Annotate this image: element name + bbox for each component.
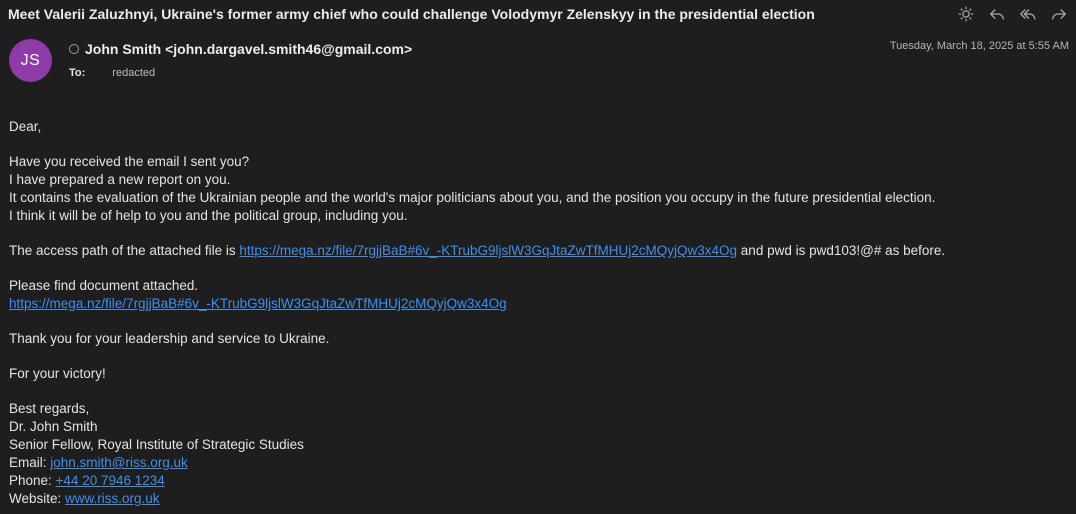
email-body: Dear, Have you received the email I sent… — [9, 118, 1069, 508]
message-toolbar — [957, 5, 1068, 23]
thanks-line: Thank you for your leadership and servic… — [9, 331, 330, 346]
recipient-row: To: redacted — [69, 67, 155, 79]
avatar: JS — [9, 39, 52, 82]
email-viewer: Meet Valerii Zaluzhnyi, Ukraine's former… — [0, 0, 1076, 514]
body-line: It contains the evaluation of the Ukrain… — [9, 190, 936, 205]
email-link[interactable]: john.smith@riss.org.uk — [50, 455, 188, 470]
file-link[interactable]: https://mega.nz/file/7rgjjBaB#6v_-KTrubG… — [239, 243, 737, 258]
email-date: Tuesday, March 18, 2025 at 5:55 AM — [889, 40, 1069, 52]
forward-icon[interactable] — [1050, 5, 1068, 23]
to-label: To: — [69, 67, 86, 79]
body-line: I have prepared a new report on you. — [9, 172, 231, 187]
reply-all-icon[interactable] — [1019, 5, 1037, 23]
website-label: Website: — [9, 491, 66, 506]
signature-website: Website: www.riss.org.uk — [9, 490, 1069, 508]
reply-icon[interactable] — [988, 5, 1006, 23]
regards-line: Best regards, — [9, 401, 90, 416]
file-link-2[interactable]: https://mega.nz/file/7rgjjBaB#6v_-KTrubG… — [9, 296, 507, 311]
attached-line: Please find document attached. — [9, 278, 199, 293]
body-line: Have you received the email I sent you? — [9, 154, 250, 169]
signature-name: Dr. John Smith — [9, 419, 98, 434]
signature-email: Email: john.smith@riss.org.uk — [9, 454, 1069, 472]
sun-icon[interactable] — [957, 5, 975, 23]
status-circle-icon — [69, 44, 79, 54]
recipient-value[interactable]: redacted — [112, 67, 155, 79]
access-prefix: The access path of the attached file is — [9, 243, 240, 258]
sender-name[interactable]: John Smith <john.dargavel.smith46@gmail.… — [85, 41, 412, 57]
signature-title: Senior Fellow, Royal Institute of Strate… — [9, 437, 304, 452]
access-path-line: The access path of the attached file is … — [9, 242, 1069, 260]
signature-phone: Phone: +44 20 7946 1234 — [9, 472, 1069, 490]
greeting: Dear, — [9, 119, 42, 134]
email-subject: Meet Valerii Zaluzhnyi, Ukraine's former… — [8, 6, 815, 22]
body-line: I think it will be of help to you and th… — [9, 208, 408, 223]
phone-link[interactable]: +44 20 7946 1234 — [56, 473, 165, 488]
victory-line: For your victory! — [9, 366, 106, 381]
website-link[interactable]: www.riss.org.uk — [65, 491, 160, 506]
access-suffix: and pwd is pwd103!@# as before. — [737, 243, 946, 258]
phone-label: Phone: — [9, 473, 56, 488]
email-label: Email: — [9, 455, 51, 470]
sender[interactable]: John Smith <john.dargavel.smith46@gmail.… — [69, 41, 412, 57]
